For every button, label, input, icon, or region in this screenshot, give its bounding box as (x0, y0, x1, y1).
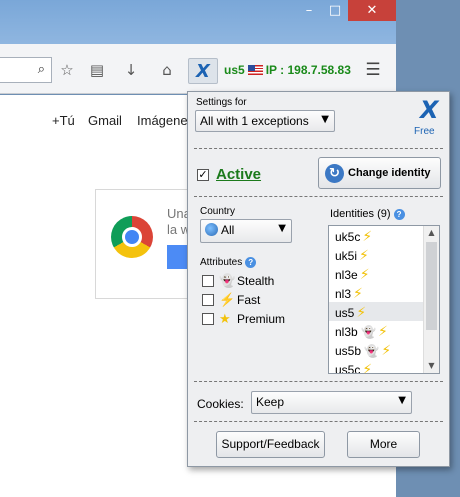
window-titlebar: – □ ✕ (0, 0, 400, 44)
identities-label: Identities (9)? (330, 208, 405, 220)
identities-list[interactable]: uk5c ⚡ uk5i ⚡ nl3e ⚡ nl3 ⚡ us5 ⚡ nl3b 👻 ⚡ us5b… (328, 225, 440, 374)
bolt-icon: ⚡ (356, 305, 367, 321)
browser-toolbar: ⌕ ☆ ▤ ↓ ⌂ X us5 IP : 198.7.58.83 ☰ (0, 44, 396, 94)
active-checkbox[interactable]: ✓ (197, 169, 209, 181)
url-bar[interactable]: ⌕ (0, 57, 52, 83)
country-label: Country (200, 206, 236, 217)
separator (194, 381, 443, 382)
search-icon[interactable]: ⌕ (38, 62, 45, 77)
ip-address: IP : 198.7.58.83 (265, 63, 351, 77)
refresh-icon: ↻ (325, 164, 344, 183)
chevron-down-icon: ▼ (398, 395, 406, 406)
premium-checkbox[interactable] (202, 313, 214, 325)
scroll-down-icon[interactable]: ▼ (424, 359, 439, 373)
settings-for-select[interactable]: All with 1 exceptions ▼ (195, 110, 335, 132)
star-icon: ★ (219, 311, 231, 326)
attributes-label: Attributes? (200, 257, 257, 268)
location-code: us5 (224, 63, 245, 77)
separator (194, 148, 443, 149)
bolt-icon: ⚡ (362, 229, 373, 245)
cookies-label: Cookies: (197, 397, 244, 411)
download-icon[interactable]: ↓ (120, 59, 142, 81)
maximize-button[interactable]: □ (322, 0, 348, 21)
bolt-icon: ⚡ (359, 248, 369, 264)
app-edition-label: Free (414, 126, 435, 137)
bookmark-star-icon[interactable]: ☆ (56, 59, 78, 81)
cookies-select[interactable]: Keep ▼ (251, 391, 412, 414)
active-label[interactable]: Active (216, 166, 261, 183)
chrome-logo-icon (111, 216, 153, 258)
chevron-down-icon: ▼ (321, 114, 329, 125)
fast-checkbox[interactable] (202, 294, 214, 306)
globe-icon (205, 223, 218, 236)
bolt-icon: ⚡ (219, 292, 236, 307)
link-gmail[interactable]: Gmail (88, 113, 122, 128)
ghost-icon: 👻 (364, 344, 380, 358)
ghost-icon: 👻 (219, 273, 236, 288)
ghost-icon: 👻 (361, 325, 376, 339)
scroll-up-icon[interactable]: ▲ (424, 226, 439, 240)
support-feedback-button[interactable]: Support/Feedback (216, 431, 325, 458)
home-icon[interactable]: ⌂ (156, 59, 178, 81)
help-icon[interactable]: ? (245, 257, 257, 268)
bolt-icon: ⚡ (377, 324, 388, 340)
link-images[interactable]: Imágene (137, 113, 188, 128)
extension-popup: Settings for All with 1 exceptions ▼ X F… (187, 91, 450, 467)
extension-status[interactable]: us5 IP : 198.7.58.83 (224, 63, 351, 77)
more-button[interactable]: More (347, 431, 420, 458)
chevron-down-icon: ▼ (278, 223, 286, 234)
link-plus-you[interactable]: +Tú (52, 113, 75, 128)
reading-list-icon[interactable]: ▤ (86, 59, 108, 81)
us-flag-icon (247, 65, 263, 75)
settings-for-label: Settings for (196, 97, 247, 108)
separator (194, 421, 443, 422)
country-select[interactable]: All ▼ (200, 219, 292, 243)
identities-scrollbar[interactable]: ▲ ▼ (423, 226, 439, 373)
separator (194, 196, 443, 197)
minimize-button[interactable]: – (296, 0, 322, 21)
extension-x-button[interactable]: X (188, 58, 218, 84)
help-icon[interactable]: ? (393, 209, 405, 220)
close-button[interactable]: ✕ (348, 0, 396, 21)
hamburger-menu-icon[interactable]: ☰ (362, 59, 384, 81)
bolt-icon: ⚡ (381, 343, 392, 359)
change-identity-button[interactable]: ↻ Change identity (318, 157, 441, 189)
bolt-icon: ⚡ (362, 362, 373, 374)
bolt-icon: ⚡ (353, 286, 363, 302)
bolt-icon: ⚡ (359, 267, 370, 283)
app-logo-icon: X (420, 96, 439, 124)
scroll-thumb[interactable] (426, 242, 437, 330)
stealth-checkbox[interactable] (202, 275, 214, 287)
